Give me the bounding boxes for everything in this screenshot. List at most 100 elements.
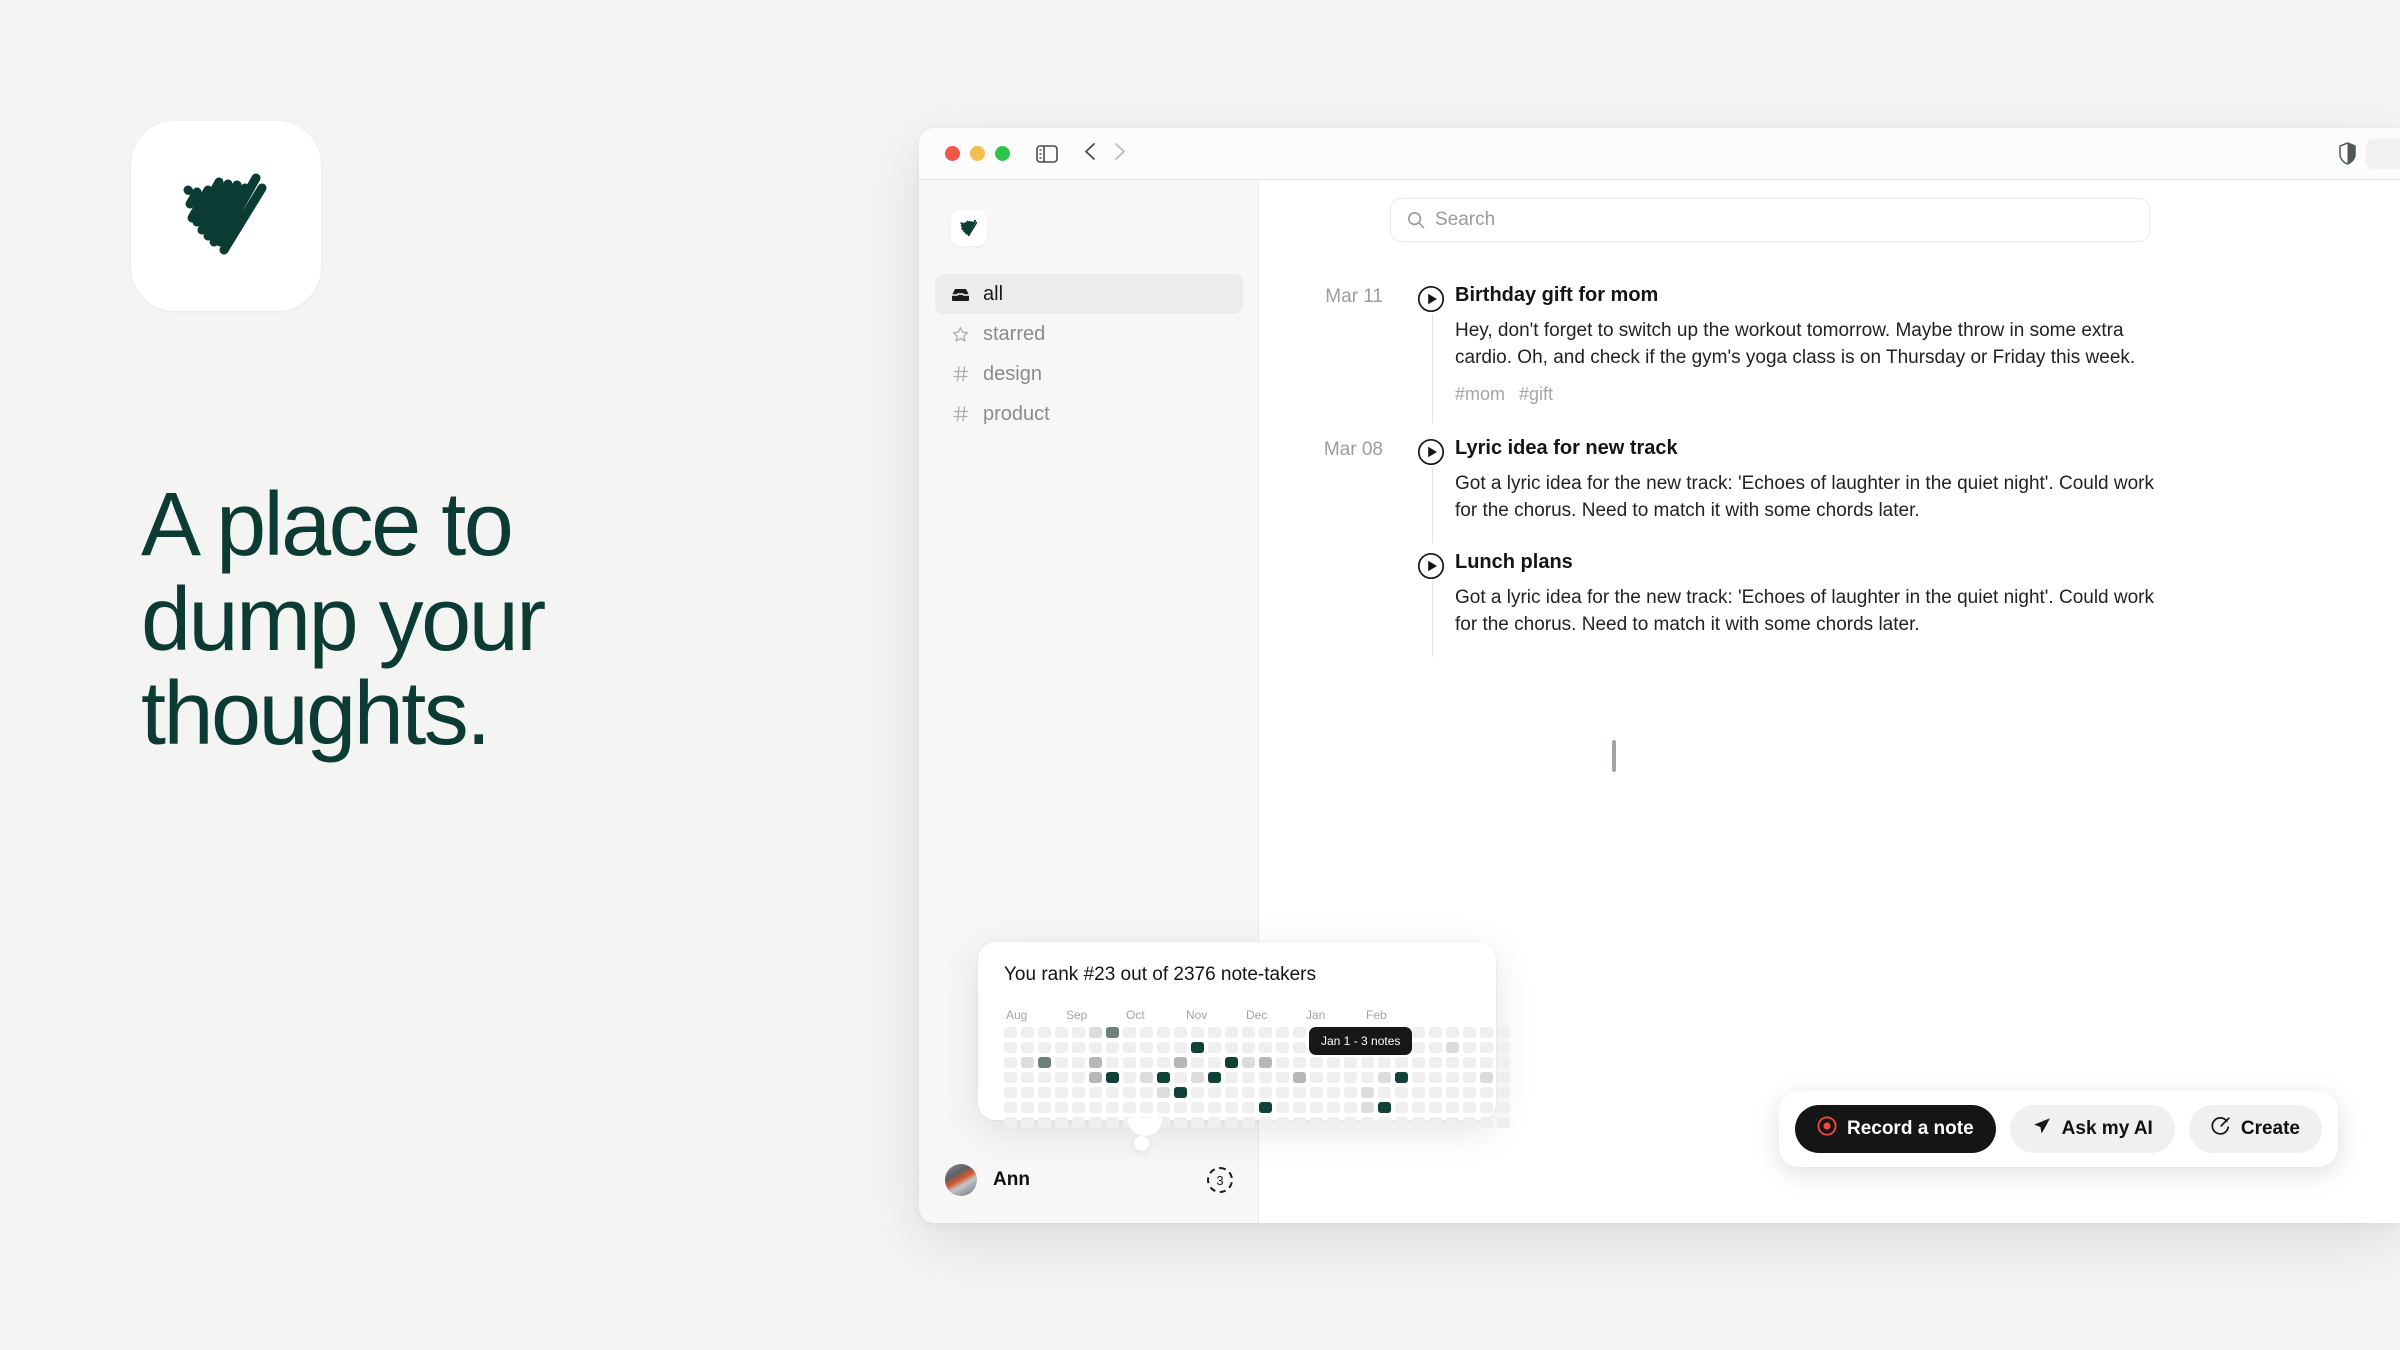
heatmap-cell[interactable]	[1497, 1072, 1510, 1083]
heatmap-cell[interactable]	[1327, 1072, 1340, 1083]
sidebar-item-product[interactable]: product	[935, 394, 1243, 434]
heatmap-cell[interactable]	[1293, 1087, 1306, 1098]
heatmap-cell[interactable]	[1089, 1072, 1102, 1083]
heatmap-cell[interactable]	[1038, 1072, 1051, 1083]
heatmap-cell[interactable]	[1463, 1042, 1476, 1053]
heatmap-cell[interactable]	[1276, 1057, 1289, 1068]
heatmap-cell[interactable]	[1378, 1117, 1391, 1128]
heatmap-cell[interactable]	[1191, 1102, 1204, 1113]
heatmap-cell[interactable]	[1463, 1072, 1476, 1083]
heatmap-cell[interactable]	[1157, 1027, 1170, 1038]
maximize-window-button[interactable]	[995, 146, 1010, 161]
heatmap-cell[interactable]	[1004, 1072, 1017, 1083]
heatmap-cell[interactable]	[1259, 1027, 1272, 1038]
heatmap-cell[interactable]	[1480, 1042, 1493, 1053]
heatmap-cell[interactable]	[1361, 1117, 1374, 1128]
heatmap-cell[interactable]	[1395, 1072, 1408, 1083]
heatmap-cell[interactable]	[1344, 1087, 1357, 1098]
heatmap-cell[interactable]	[1480, 1057, 1493, 1068]
heatmap-cell[interactable]	[1429, 1117, 1442, 1128]
create-button[interactable]: Create	[2188, 1105, 2322, 1153]
heatmap-cell[interactable]	[1259, 1087, 1272, 1098]
heatmap-cell[interactable]	[1055, 1057, 1068, 1068]
heatmap-cell[interactable]	[1412, 1087, 1425, 1098]
heatmap-cell[interactable]	[1412, 1117, 1425, 1128]
heatmap-cell[interactable]	[1361, 1087, 1374, 1098]
heatmap-cell[interactable]	[1259, 1042, 1272, 1053]
sidebar-logo-icon[interactable]	[951, 210, 987, 246]
heatmap-cell[interactable]	[1412, 1072, 1425, 1083]
heatmap-cell[interactable]	[1276, 1117, 1289, 1128]
heatmap-cell[interactable]	[1191, 1072, 1204, 1083]
heatmap-cell[interactable]	[1276, 1087, 1289, 1098]
heatmap-cell[interactable]	[1242, 1102, 1255, 1113]
heatmap-cell[interactable]	[1429, 1072, 1442, 1083]
heatmap-cell[interactable]	[1463, 1087, 1476, 1098]
heatmap-cell[interactable]	[1140, 1087, 1153, 1098]
heatmap-cell[interactable]	[1293, 1057, 1306, 1068]
heatmap-cell[interactable]	[1089, 1117, 1102, 1128]
play-circle-icon[interactable]	[1417, 438, 1445, 471]
heatmap-cell[interactable]	[1089, 1102, 1102, 1113]
heatmap-cell[interactable]	[1310, 1087, 1323, 1098]
heatmap-cell[interactable]	[1089, 1087, 1102, 1098]
heatmap-cell[interactable]	[1038, 1102, 1051, 1113]
heatmap-cell[interactable]	[1157, 1072, 1170, 1083]
heatmap-cell[interactable]	[1055, 1027, 1068, 1038]
heatmap-cell[interactable]	[1446, 1102, 1459, 1113]
heatmap-cell[interactable]	[1072, 1117, 1085, 1128]
heatmap-cell[interactable]	[1497, 1042, 1510, 1053]
heatmap-cell[interactable]	[1446, 1042, 1459, 1053]
heatmap-cell[interactable]	[1021, 1057, 1034, 1068]
heatmap-cell[interactable]	[1055, 1072, 1068, 1083]
heatmap-cell[interactable]	[1344, 1072, 1357, 1083]
heatmap-cell[interactable]	[1157, 1087, 1170, 1098]
heatmap-cell[interactable]	[1123, 1102, 1136, 1113]
play-circle-icon[interactable]	[1417, 552, 1445, 585]
heatmap-cell[interactable]	[1225, 1027, 1238, 1038]
heatmap-cell[interactable]	[1225, 1072, 1238, 1083]
heatmap-cell[interactable]	[1123, 1027, 1136, 1038]
heatmap-cell[interactable]	[1004, 1057, 1017, 1068]
heatmap-cell[interactable]	[1004, 1117, 1017, 1128]
heatmap-cell[interactable]	[1225, 1057, 1238, 1068]
heatmap-cell[interactable]	[1072, 1087, 1085, 1098]
heatmap-cell[interactable]	[1327, 1102, 1340, 1113]
heatmap-cell[interactable]	[1429, 1027, 1442, 1038]
heatmap-cell[interactable]	[1174, 1072, 1187, 1083]
heatmap-cell[interactable]	[1327, 1117, 1340, 1128]
privacy-shield-icon[interactable]	[2339, 142, 2356, 170]
heatmap-cell[interactable]	[1123, 1072, 1136, 1083]
heatmap-cell[interactable]	[1208, 1087, 1221, 1098]
heatmap-cell[interactable]	[1191, 1027, 1204, 1038]
heatmap-cell[interactable]	[1072, 1057, 1085, 1068]
heatmap-cell[interactable]	[1497, 1087, 1510, 1098]
heatmap-cell[interactable]	[1174, 1087, 1187, 1098]
heatmap-cell[interactable]	[1412, 1027, 1425, 1038]
heatmap-cell[interactable]	[1140, 1057, 1153, 1068]
heatmap-cell[interactable]	[1072, 1102, 1085, 1113]
heatmap-cell[interactable]	[1208, 1057, 1221, 1068]
note-item[interactable]: Lyric idea for new track Got a lyric ide…	[1411, 433, 2400, 547]
heatmap-cell[interactable]	[1157, 1042, 1170, 1053]
heatmap-cell[interactable]	[1497, 1027, 1510, 1038]
heatmap-cell[interactable]	[1242, 1087, 1255, 1098]
heatmap-cell[interactable]	[1276, 1042, 1289, 1053]
heatmap-cell[interactable]	[1497, 1057, 1510, 1068]
heatmap-cell[interactable]	[1293, 1042, 1306, 1053]
search-input[interactable]: Search	[1390, 198, 2150, 242]
heatmap-cell[interactable]	[1242, 1027, 1255, 1038]
heatmap-cell[interactable]	[1191, 1042, 1204, 1053]
heatmap-cell[interactable]	[1225, 1102, 1238, 1113]
heatmap-cell[interactable]	[1021, 1117, 1034, 1128]
heatmap-cell[interactable]	[1208, 1102, 1221, 1113]
heatmap-cell[interactable]	[1225, 1117, 1238, 1128]
heatmap-cell[interactable]	[1310, 1102, 1323, 1113]
heatmap-cell[interactable]	[1208, 1117, 1221, 1128]
heatmap-cell[interactable]	[1378, 1087, 1391, 1098]
heatmap-cell[interactable]	[1174, 1117, 1187, 1128]
heatmap-cell[interactable]	[1174, 1057, 1187, 1068]
note-tag[interactable]: #mom	[1455, 384, 1505, 405]
heatmap-cell[interactable]	[1191, 1087, 1204, 1098]
heatmap-cell[interactable]	[1446, 1117, 1459, 1128]
